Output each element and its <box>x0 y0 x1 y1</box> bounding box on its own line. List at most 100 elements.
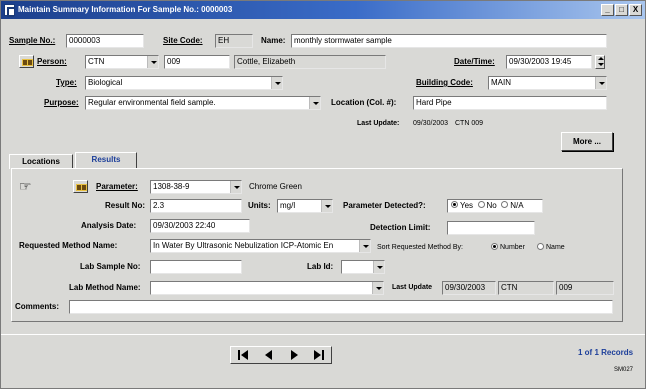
result-last-update-user: CTN <box>498 281 554 295</box>
purpose-value: Regular environmental field sample. <box>88 98 216 107</box>
sort-method-label: Sort Requested Method By: <box>377 244 463 251</box>
pointing-hand-icon: ☞ <box>19 178 32 194</box>
person-id-field[interactable]: 009 <box>164 55 230 69</box>
chevron-down-icon[interactable] <box>373 261 384 273</box>
result-last-update-date: 09/30/2003 <box>442 281 496 295</box>
requested-method-label: Requested Method Name: <box>19 241 118 250</box>
last-record-icon[interactable] <box>312 349 326 361</box>
units-value: mg/l <box>280 201 296 210</box>
minimize-button[interactable]: _ <box>601 4 614 16</box>
sample-no-label: Sample No.: <box>9 36 56 45</box>
name-label: Name: <box>261 36 286 45</box>
window-controls: _ □ X <box>601 4 642 16</box>
radio-selected-icon <box>451 201 458 209</box>
screen-id: SM027 <box>614 367 634 373</box>
close-button[interactable]: X <box>629 4 642 16</box>
tab-locations[interactable]: Locations <box>9 154 73 169</box>
name-field[interactable]: monthly stormwater sample <box>291 34 607 48</box>
lab-id-label: Lab Id: <box>307 262 334 271</box>
chevron-down-icon[interactable] <box>595 77 606 89</box>
type-select[interactable]: Biological <box>85 76 283 90</box>
person-code-value: CTN <box>88 57 105 66</box>
location-field[interactable]: Hard Pipe <box>413 96 607 110</box>
next-record-icon[interactable] <box>287 349 301 361</box>
result-last-update-id: 009 <box>556 281 614 295</box>
lab-method-name-label: Lab Method Name: <box>69 283 141 292</box>
lab-sample-no-field[interactable] <box>150 260 242 274</box>
datetime-spinner[interactable] <box>595 55 605 69</box>
radio-selected-icon <box>491 242 498 250</box>
detection-limit-field[interactable] <box>447 221 535 235</box>
parameter-detected-radio-group: Yes No N/A <box>447 199 543 213</box>
sort-by-number-radio[interactable]: Number <box>491 242 525 254</box>
sort-by-name-radio[interactable]: Name <box>537 242 565 254</box>
previous-record-icon[interactable] <box>262 349 276 361</box>
record-navigation <box>230 346 332 364</box>
more-button[interactable]: More ... <box>561 132 613 151</box>
type-label: Type: <box>56 78 77 87</box>
requested-method-value: In Water By Ultrasonic Nebulization ICP-… <box>153 241 334 250</box>
chevron-down-icon[interactable] <box>271 77 282 89</box>
result-no-field[interactable]: 2.3 <box>150 199 242 213</box>
lab-sample-no-label: Lab Sample No: <box>80 262 141 271</box>
analysis-date-label: Analysis Date: <box>81 221 137 230</box>
purpose-label: Purpose: <box>44 98 79 107</box>
tab-results[interactable]: Results <box>75 152 137 169</box>
chevron-down-icon[interactable] <box>359 240 370 252</box>
result-no-label: Result No: <box>105 201 145 210</box>
lab-id-select[interactable] <box>341 260 385 274</box>
chevron-down-icon[interactable] <box>321 200 332 212</box>
units-label: Units: <box>248 201 271 210</box>
building-code-select[interactable]: MAIN <box>488 76 607 90</box>
window-title: Maintain Summary Information For Sample … <box>18 5 233 14</box>
parameter-label: Parameter: <box>96 182 138 191</box>
comments-label: Comments: <box>15 302 60 311</box>
parameter-select[interactable]: 1308-38-9 <box>150 180 242 194</box>
analysis-date-field[interactable]: 09/30/2003 22:40 <box>150 219 250 233</box>
footer-divider <box>1 334 645 335</box>
detected-yes-radio[interactable]: Yes <box>451 201 473 210</box>
lab-method-name-select[interactable] <box>150 281 384 295</box>
type-value: Biological <box>88 78 123 87</box>
radio-icon <box>477 201 485 209</box>
last-update-date: 09/30/2003 <box>413 120 449 127</box>
chevron-down-icon[interactable] <box>309 97 320 109</box>
last-update-label: Last Update: <box>357 120 400 127</box>
detected-na-radio[interactable]: N/A <box>501 201 524 210</box>
maximize-button[interactable]: □ <box>615 4 628 16</box>
building-code-label: Building Code: <box>416 78 473 87</box>
parameter-value: 1308-38-9 <box>153 182 190 191</box>
chevron-down-icon[interactable] <box>372 282 383 294</box>
person-label: Person: <box>37 57 67 66</box>
comments-field[interactable] <box>69 300 613 314</box>
parameter-lookup-binoculars-icon[interactable] <box>73 180 88 193</box>
chevron-down-icon[interactable] <box>147 56 158 68</box>
requested-method-select[interactable]: In Water By Ultrasonic Nebulization ICP-… <box>150 239 371 253</box>
datetime-field[interactable]: 09/30/2003 19:45 <box>506 55 592 69</box>
sample-no-field[interactable]: 0000003 <box>66 34 144 48</box>
location-label: Location (Col. #): <box>331 98 397 107</box>
title-bar[interactable]: Maintain Summary Information For Sample … <box>1 1 645 19</box>
last-update-user: CTN 009 <box>455 120 484 127</box>
chevron-down-icon[interactable] <box>230 181 241 193</box>
site-code-label: Site Code: <box>163 36 203 45</box>
detection-limit-label: Detection Limit: <box>370 223 431 232</box>
radio-icon <box>501 201 509 209</box>
person-code-select[interactable]: CTN <box>85 55 159 69</box>
purpose-select[interactable]: Regular environmental field sample. <box>85 96 321 110</box>
site-code-field: EH <box>215 34 253 48</box>
person-name-field: Cottle, Elizabeth <box>234 55 386 69</box>
result-last-update-label: Last Update <box>392 284 433 291</box>
parameter-name: Chrome Green <box>249 182 302 191</box>
datetime-label: Date/Time: <box>454 57 495 66</box>
building-code-value: MAIN <box>491 78 511 87</box>
app-icon <box>4 4 15 17</box>
detected-no-radio[interactable]: No <box>477 201 497 210</box>
record-count: 1 of 1 Records <box>578 348 634 357</box>
parameter-detected-label: Parameter Detected?: <box>343 201 426 210</box>
radio-icon <box>537 242 544 250</box>
person-lookup-binoculars-icon[interactable] <box>19 55 34 68</box>
first-record-icon[interactable] <box>237 349 251 361</box>
main-window: Maintain Summary Information For Sample … <box>0 0 646 389</box>
units-select[interactable]: mg/l <box>277 199 333 213</box>
